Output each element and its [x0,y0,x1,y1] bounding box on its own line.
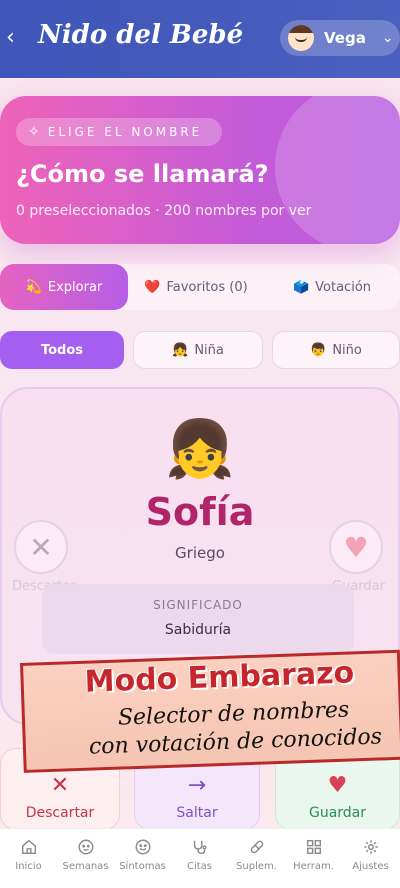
decorative-circle [275,96,400,244]
sparkle-icon: ✧ [28,124,40,140]
hero-card: ✧ ELIGE EL NOMBRE ¿Cómo se llamará? 0 pr… [0,96,400,244]
nav-herramientas[interactable]: Herram. [285,829,342,888]
home-icon [19,837,39,857]
back-arrow-icon[interactable]: ‹ [6,26,22,50]
tab-label: Votación [315,279,372,295]
gear-icon [361,837,381,857]
app-title: Nido del Bebé [38,20,244,50]
nav-ajustes[interactable]: Ajustes [342,829,399,888]
filter-label: Niño [332,342,362,358]
close-icon: ✕ [29,530,53,564]
hero-badge-label: ELIGE EL NOMBRE [47,125,203,139]
arrow-right-icon: → [187,773,207,798]
boy-icon: 👦 [310,342,327,358]
tab-favoritos[interactable]: ❤️ Favoritos (0) [128,264,264,310]
chevron-down-icon: ⌄ [381,30,394,46]
skip-label: Saltar [176,805,218,821]
nav-label: Suplem. [236,861,277,872]
tab-votacion[interactable]: 🗳️ Votación [264,264,400,310]
filter-nino[interactable]: 👦 Niño [272,331,400,369]
nav-label: Herram. [293,861,334,872]
filter-label: Todos [40,342,84,358]
meaning-box: SIGNIFICADO Sabiduría [42,584,354,654]
user-switcher[interactable]: Vega ⌄ [280,20,400,56]
ballot-box-icon: 🗳️ [292,279,310,295]
promo-banner: Modo Embarazo Selector de nombres con vo… [20,649,400,775]
discard-label: Descartar [25,805,95,821]
stethoscope-icon [190,837,210,857]
user-name: Vega [324,29,366,47]
girl-icon: 👧 [165,417,235,482]
nav-suplementos[interactable]: Suplem. [228,829,285,888]
heart-icon: ❤️ [144,279,161,295]
view-tabs: 💫 Explorar ❤️ Favoritos (0) 🗳️ Votación [0,264,400,310]
nav-label: Inicio [15,861,42,872]
nav-label: Semanas [62,861,109,872]
discard-round-button[interactable]: ✕ [14,520,68,574]
meaning-value: Sabiduría [164,622,232,638]
heart-icon: ♥ [343,530,369,564]
nav-label: Síntomas [119,861,166,872]
grid-icon [304,837,324,857]
nav-label: Citas [186,861,213,872]
meaning-label: SIGNIFICADO [153,598,243,612]
filter-label: Niña [194,342,224,358]
filter-nina[interactable]: 👧 Niña [133,331,263,369]
nav-sintomas[interactable]: Síntomas [114,829,171,888]
tab-label: Explorar [47,279,103,295]
hero-subtitle: 0 preseleccionados · 200 nombres por ver [16,203,312,219]
app-header: ‹ Nido del Bebé Vega ⌄ [0,0,400,78]
girl-icon: 👧 [172,342,189,358]
save-round-button[interactable]: ♥ [329,520,383,574]
tab-explorar[interactable]: 💫 Explorar [0,264,128,310]
heart-icon: ♥ [327,773,348,798]
avatar [288,25,314,51]
baby-face-icon [76,837,96,857]
nav-label: Ajustes [352,861,389,872]
smile-icon [133,837,153,857]
filter-todos[interactable]: Todos [0,331,124,369]
bottom-nav: Inicio Semanas Síntomas Citas Suplem. He… [0,828,400,888]
nav-inicio[interactable]: Inicio [0,829,57,888]
dizzy-icon: 💫 [25,279,42,295]
hero-badge: ✧ ELIGE EL NOMBRE [16,118,222,146]
close-icon: ✕ [50,773,70,798]
nav-semanas[interactable]: Semanas [57,829,114,888]
pill-icon [247,837,267,857]
tab-label: Favoritos (0) [166,279,248,295]
nav-citas[interactable]: Citas [171,829,228,888]
hero-title: ¿Cómo se llamará? [16,160,269,188]
save-label: Guardar [308,805,367,821]
